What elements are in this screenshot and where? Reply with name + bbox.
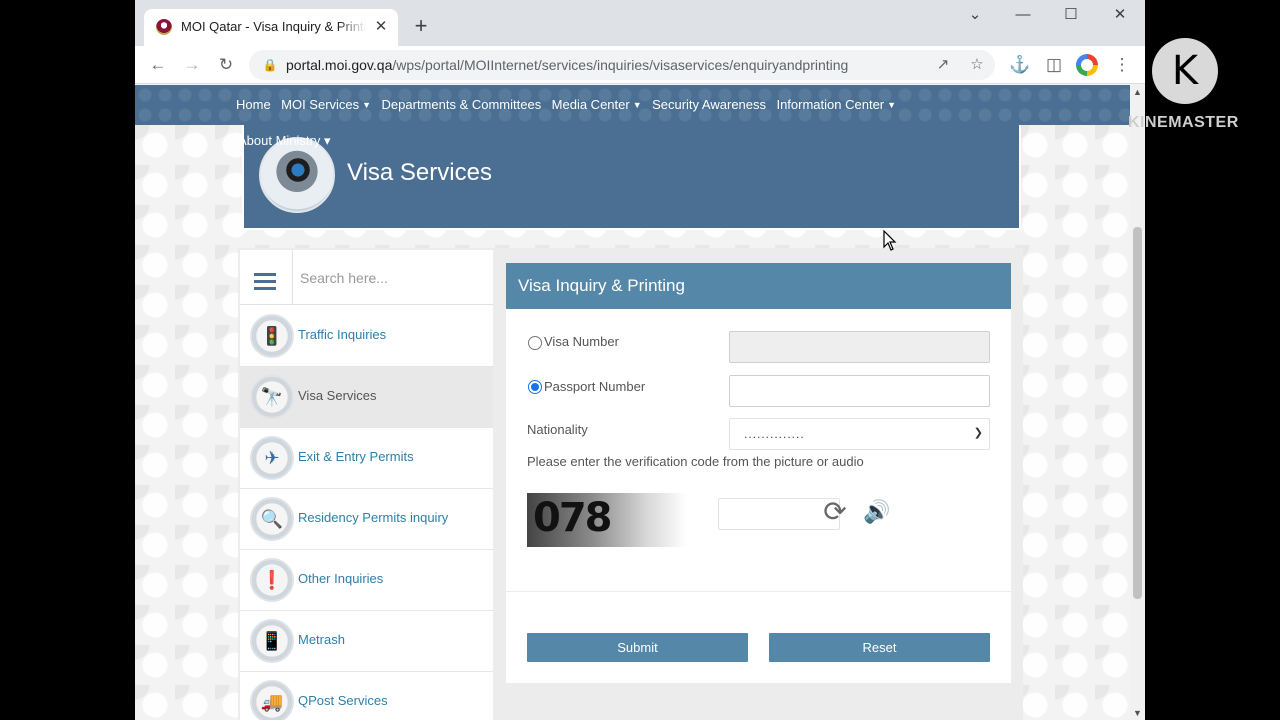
page-scrollbar[interactable]: ▲ ▼ bbox=[1130, 85, 1145, 720]
sidebar-search-row bbox=[240, 250, 493, 305]
bookmark-star-icon[interactable]: ☆ bbox=[965, 53, 989, 77]
browser-window: MOI Qatar - Visa Inquiry & Printing ✕ + … bbox=[135, 0, 1145, 720]
sidebar-item-visa-services[interactable]: 🔭 Visa Services bbox=[240, 367, 493, 428]
page-title: Visa Services bbox=[347, 159, 492, 186]
moi-favicon-icon bbox=[156, 19, 172, 35]
phone-icon: 📱 bbox=[250, 619, 294, 663]
nav-security-awareness[interactable]: Security Awareness bbox=[652, 97, 766, 112]
scroll-up-icon[interactable]: ▲ bbox=[1130, 87, 1145, 97]
visa-number-label: Visa Number bbox=[544, 334, 619, 349]
sidebar-item-label: Other Inquiries bbox=[298, 571, 384, 586]
verification-instructions: Please enter the verification code from … bbox=[527, 454, 864, 469]
more-menu-icon[interactable]: ⋮ bbox=[1110, 53, 1134, 77]
forward-arrow-icon[interactable]: → bbox=[180, 53, 204, 77]
submit-button[interactable]: Submit bbox=[527, 633, 748, 662]
hamburger-menu-icon[interactable] bbox=[254, 273, 276, 291]
services-sidebar: 🚦 Traffic Inquiries 🔭 Visa Services ✈ Ex… bbox=[240, 250, 493, 720]
address-bar[interactable]: 🔒 portal.moi.gov.qa/wps/portal/MOIIntern… bbox=[249, 50, 995, 80]
sidebar-item-residency-permits[interactable]: 🔍 Residency Permits inquiry bbox=[240, 489, 493, 550]
sidebar-item-other-inquiries[interactable]: ❗ Other Inquiries bbox=[240, 550, 493, 611]
back-arrow-icon[interactable]: ← bbox=[146, 53, 170, 77]
tab-search-dropdown-icon[interactable]: ⌄ bbox=[961, 4, 989, 26]
nationality-select[interactable]: .............. ❯ bbox=[729, 418, 990, 450]
tab-title: MOI Qatar - Visa Inquiry & Printing bbox=[181, 19, 366, 34]
extensions-puzzle-icon[interactable]: ⚓ bbox=[1008, 53, 1032, 77]
page-viewport: Home MOI Services ▼ Departments & Committ… bbox=[135, 85, 1130, 720]
sidebar-item-label: Traffic Inquiries bbox=[298, 327, 387, 342]
kinemaster-watermark: KINEMASTER bbox=[1128, 114, 1239, 131]
nationality-value: .............. bbox=[744, 427, 805, 441]
divider bbox=[292, 250, 293, 305]
form-title: Visa Inquiry & Printing bbox=[518, 276, 685, 295]
search-input[interactable] bbox=[300, 266, 480, 290]
share-icon[interactable]: ↗ bbox=[931, 53, 955, 77]
sidebar-item-label: Visa Services bbox=[298, 388, 377, 403]
nav-moi-services[interactable]: MOI Services ▼ bbox=[281, 97, 371, 112]
reload-icon[interactable]: ↻ bbox=[214, 53, 238, 77]
sidebar-item-label: QPost Services bbox=[298, 693, 388, 708]
content-area: 🚦 Traffic Inquiries 🔭 Visa Services ✈ Ex… bbox=[238, 248, 1023, 720]
captcha-code: 078 bbox=[533, 495, 612, 541]
window-close-button[interactable]: ✕ bbox=[1106, 4, 1134, 26]
sidebar-item-exit-entry-permits[interactable]: ✈ Exit & Entry Permits bbox=[240, 428, 493, 489]
page-banner: Visa Services bbox=[242, 125, 1021, 230]
visa-number-radio[interactable] bbox=[528, 336, 542, 350]
reset-button[interactable]: Reset bbox=[769, 633, 990, 662]
tab-close-icon[interactable]: ✕ bbox=[372, 18, 390, 36]
url-text[interactable]: portal.moi.gov.qa/wps/portal/MOIInternet… bbox=[286, 57, 848, 73]
passport-number-label: Passport Number bbox=[544, 379, 646, 394]
airplane-icon: ✈ bbox=[250, 436, 294, 480]
traffic-light-icon: 🚦 bbox=[250, 314, 294, 358]
binoculars-icon: 🔭 bbox=[250, 375, 294, 419]
passport-number-radio[interactable] bbox=[528, 380, 542, 394]
refresh-icon[interactable]: ⟳ bbox=[819, 496, 851, 528]
passport-number-field[interactable] bbox=[729, 375, 990, 407]
sidebar-item-traffic-inquiries[interactable]: 🚦 Traffic Inquiries bbox=[240, 306, 493, 367]
captcha-image: 078 bbox=[527, 493, 687, 547]
side-panel-icon[interactable]: ◫ bbox=[1042, 53, 1066, 77]
nav-media-center[interactable]: Media Center ▼ bbox=[552, 97, 642, 112]
lock-icon[interactable]: 🔒 bbox=[261, 56, 279, 74]
tab-strip: MOI Qatar - Visa Inquiry & Printing ✕ + … bbox=[135, 0, 1145, 46]
nav-information-center[interactable]: Information Center ▼ bbox=[776, 97, 896, 112]
sidebar-item-label: Metrash bbox=[298, 632, 345, 647]
profile-avatar[interactable] bbox=[1076, 54, 1098, 76]
sidebar-item-qpost-services[interactable]: 🚚 QPost Services bbox=[240, 672, 493, 720]
visa-inquiry-form: Visa Inquiry & Printing Visa Number Pass… bbox=[506, 263, 1011, 683]
divider bbox=[506, 591, 1011, 592]
moi-main-nav: Home MOI Services ▼ Departments & Committ… bbox=[135, 85, 1130, 125]
nav-about-ministry[interactable]: About Ministry ▾ bbox=[238, 133, 331, 149]
speaker-icon[interactable]: 🔊 bbox=[862, 497, 892, 527]
caret-down-icon: ▼ bbox=[632, 100, 642, 110]
minimize-button[interactable]: — bbox=[1009, 4, 1037, 26]
sidebar-item-metrash[interactable]: 📱 Metrash bbox=[240, 611, 493, 672]
maximize-button[interactable]: ☐ bbox=[1057, 4, 1085, 26]
new-tab-button[interactable]: + bbox=[409, 14, 433, 38]
magnifier-icon: 🔍 bbox=[250, 497, 294, 541]
sidebar-item-label: Residency Permits inquiry bbox=[298, 510, 449, 525]
form-header: Visa Inquiry & Printing bbox=[506, 263, 1011, 309]
mouse-cursor-icon bbox=[883, 230, 897, 251]
chevron-down-icon: ❯ bbox=[973, 427, 983, 439]
browser-toolbar: ← → ↻ 🔒 portal.moi.gov.qa/wps/portal/MOI… bbox=[135, 46, 1145, 84]
caret-down-icon: ▼ bbox=[887, 100, 897, 110]
nav-home[interactable]: Home bbox=[236, 97, 271, 112]
visa-number-field[interactable] bbox=[729, 331, 990, 363]
kinemaster-logo-icon: K bbox=[1152, 38, 1218, 104]
browser-tab[interactable]: MOI Qatar - Visa Inquiry & Printing ✕ bbox=[144, 9, 398, 46]
scroll-down-icon[interactable]: ▼ bbox=[1130, 708, 1145, 718]
scrollbar-thumb[interactable] bbox=[1133, 227, 1142, 599]
exclamation-icon: ❗ bbox=[250, 558, 294, 602]
truck-icon: 🚚 bbox=[250, 680, 294, 720]
nav-departments-committees[interactable]: Departments & Committees bbox=[382, 97, 542, 112]
nationality-label: Nationality bbox=[527, 422, 588, 437]
sidebar-item-label: Exit & Entry Permits bbox=[298, 449, 414, 464]
caret-down-icon: ▼ bbox=[362, 100, 372, 110]
